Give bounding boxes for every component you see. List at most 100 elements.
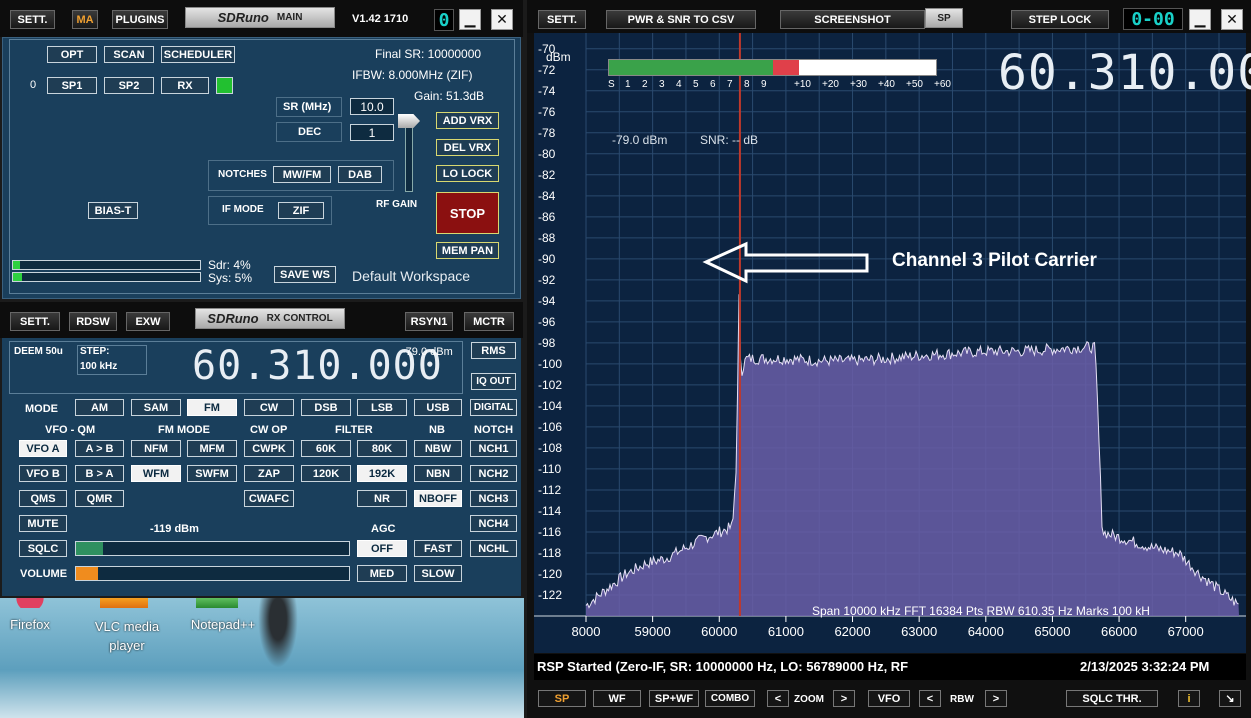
mode-dsb-button[interactable]: DSB bbox=[301, 399, 351, 416]
mode-digital-button[interactable]: DIGITAL bbox=[470, 399, 517, 416]
nchl-button[interactable]: NCHL bbox=[470, 540, 517, 557]
zoom-out-icon[interactable]: < bbox=[767, 690, 789, 707]
spectrum-chart[interactable]: -70-72-74-76-78-80-82-84-86-88-90-92-94-… bbox=[534, 33, 1246, 653]
exw-button[interactable]: EXW bbox=[126, 312, 170, 331]
rx-title-box[interactable]: SDRuno RX CONTROL bbox=[195, 308, 345, 329]
vlc-desktop-label[interactable]: VLC media player bbox=[88, 617, 166, 655]
mode-fm-button[interactable]: FM bbox=[187, 399, 237, 416]
filter-192k-button[interactable]: 192K bbox=[357, 465, 407, 482]
agc-off-button[interactable]: OFF bbox=[357, 540, 407, 557]
agc-med-button[interactable]: MED bbox=[357, 565, 407, 582]
combo-view-button[interactable]: COMBO bbox=[705, 690, 755, 707]
nboff-button[interactable]: NBOFF bbox=[414, 490, 462, 507]
mem-pan-button[interactable]: MEM PAN bbox=[436, 242, 499, 259]
resize-icon[interactable]: ↘ bbox=[1219, 690, 1241, 707]
spectrum-sett-button[interactable]: SETT. bbox=[538, 10, 586, 29]
zap-button[interactable]: ZAP bbox=[244, 465, 294, 482]
screenshot-button[interactable]: SCREENSHOT bbox=[780, 10, 925, 29]
firefox-icon[interactable] bbox=[10, 598, 50, 608]
close-icon[interactable]: ✕ bbox=[491, 9, 513, 30]
sqlc-button[interactable]: SQLC bbox=[19, 540, 67, 557]
sqlc-thr-button[interactable]: SQLC THR. bbox=[1066, 690, 1158, 707]
stop-button[interactable]: STOP bbox=[436, 192, 499, 234]
filter-80k-button[interactable]: 80K bbox=[357, 440, 407, 457]
mctr-button[interactable]: MCTR bbox=[464, 312, 514, 331]
add-vrx-button[interactable]: ADD VRX bbox=[436, 112, 499, 129]
bias-t-button[interactable]: BIAS-T bbox=[88, 202, 138, 219]
sp-wf-view-button[interactable]: SP+WF bbox=[649, 690, 699, 707]
swfm-button[interactable]: SWFM bbox=[187, 465, 237, 482]
minimize-icon[interactable]: ▁ bbox=[459, 9, 481, 30]
agc-slow-button[interactable]: SLOW bbox=[414, 565, 462, 582]
sr-value-field[interactable]: 10.0 bbox=[350, 98, 394, 115]
step-lock-button[interactable]: STEP LOCK bbox=[1011, 10, 1109, 29]
mode-am-button[interactable]: AM bbox=[75, 399, 124, 416]
notepad-desktop-label[interactable]: Notepad++ bbox=[178, 617, 268, 632]
rdsw-button[interactable]: RDSW bbox=[69, 312, 117, 331]
rx-button[interactable]: RX bbox=[161, 77, 209, 94]
mute-button[interactable]: MUTE bbox=[19, 515, 67, 532]
mode-cw-button[interactable]: CW bbox=[244, 399, 294, 416]
rms-button[interactable]: RMS bbox=[471, 342, 516, 359]
qms-button[interactable]: QMS bbox=[19, 490, 67, 507]
mode-lsb-button[interactable]: LSB bbox=[357, 399, 407, 416]
sp-view-button[interactable]: SP bbox=[538, 690, 586, 707]
qmr-button[interactable]: QMR bbox=[75, 490, 124, 507]
dec-value-field[interactable]: 1 bbox=[350, 124, 394, 141]
mfm-button[interactable]: MFM bbox=[187, 440, 237, 457]
rbw-down-icon[interactable]: < bbox=[919, 690, 941, 707]
sp2-button[interactable]: SP2 bbox=[104, 77, 154, 94]
volume-slider[interactable] bbox=[75, 566, 350, 581]
nch3-button[interactable]: NCH3 bbox=[470, 490, 517, 507]
a-to-b-button[interactable]: A > B bbox=[75, 440, 124, 457]
cwpk-button[interactable]: CWPK bbox=[244, 440, 294, 457]
plugins-button[interactable]: PLUGINS bbox=[112, 10, 168, 29]
squelch-slider[interactable] bbox=[75, 541, 350, 556]
zif-button[interactable]: ZIF bbox=[278, 202, 324, 219]
main-title-box[interactable]: SDRuno MAIN bbox=[185, 7, 335, 28]
main-sett-button[interactable]: SETT. bbox=[10, 10, 55, 29]
nch4-button[interactable]: NCH4 bbox=[470, 515, 517, 532]
zoom-in-icon[interactable]: > bbox=[833, 690, 855, 707]
mode-sam-button[interactable]: SAM bbox=[131, 399, 181, 416]
nr-button[interactable]: NR bbox=[357, 490, 407, 507]
notepad-plus-plus-icon[interactable] bbox=[196, 598, 238, 608]
scan-button[interactable]: SCAN bbox=[104, 46, 154, 63]
vfo-a-button[interactable]: VFO A bbox=[19, 440, 67, 457]
pwr-snr-csv-button[interactable]: PWR & SNR TO CSV bbox=[606, 10, 756, 29]
iq-out-button[interactable]: IQ OUT bbox=[471, 373, 516, 390]
mode-usb-button[interactable]: USB bbox=[414, 399, 462, 416]
info-icon[interactable]: i bbox=[1178, 690, 1200, 707]
sp1-button[interactable]: SP1 bbox=[47, 77, 97, 94]
nbn-button[interactable]: NBN bbox=[414, 465, 462, 482]
rx-sett-button[interactable]: SETT. bbox=[10, 312, 60, 331]
spectrum-close-icon[interactable]: ✕ bbox=[1221, 9, 1243, 30]
nfm-button[interactable]: NFM bbox=[131, 440, 181, 457]
wf-view-button[interactable]: WF bbox=[593, 690, 641, 707]
vfo-b-button[interactable]: VFO B bbox=[19, 465, 67, 482]
agc-fast-button[interactable]: FAST bbox=[414, 540, 462, 557]
opt-button[interactable]: OPT bbox=[47, 46, 97, 63]
nch1-button[interactable]: NCH1 bbox=[470, 440, 517, 457]
scheduler-button[interactable]: SCHEDULER bbox=[161, 46, 235, 63]
spectrum-title-box[interactable]: SP bbox=[925, 8, 963, 28]
spectrum-minimize-icon[interactable]: ▁ bbox=[1189, 9, 1211, 30]
firefox-desktop-label[interactable]: Firefox bbox=[4, 617, 56, 632]
spectrum-frequency-display[interactable]: 60.310.000 bbox=[998, 45, 1251, 101]
lo-lock-button[interactable]: LO LOCK bbox=[436, 165, 499, 182]
b-to-a-button[interactable]: B > A bbox=[75, 465, 124, 482]
rf-gain-slider-track[interactable] bbox=[405, 120, 413, 192]
filter-120k-button[interactable]: 120K bbox=[301, 465, 351, 482]
vfo-center-button[interactable]: VFO bbox=[868, 690, 910, 707]
main-ma-button[interactable]: MA bbox=[72, 10, 98, 29]
wfm-button[interactable]: WFM bbox=[131, 465, 181, 482]
mw-fm-button[interactable]: MW/FM bbox=[273, 166, 331, 183]
save-ws-button[interactable]: SAVE WS bbox=[274, 266, 336, 283]
vlc-icon[interactable] bbox=[100, 598, 148, 608]
rbw-up-icon[interactable]: > bbox=[985, 690, 1007, 707]
del-vrx-button[interactable]: DEL VRX bbox=[436, 139, 499, 156]
rsyn1-button[interactable]: RSYN1 bbox=[405, 312, 453, 331]
dab-button[interactable]: DAB bbox=[338, 166, 382, 183]
rx-status-indicator[interactable] bbox=[216, 77, 233, 94]
cwafc-button[interactable]: CWAFC bbox=[244, 490, 294, 507]
